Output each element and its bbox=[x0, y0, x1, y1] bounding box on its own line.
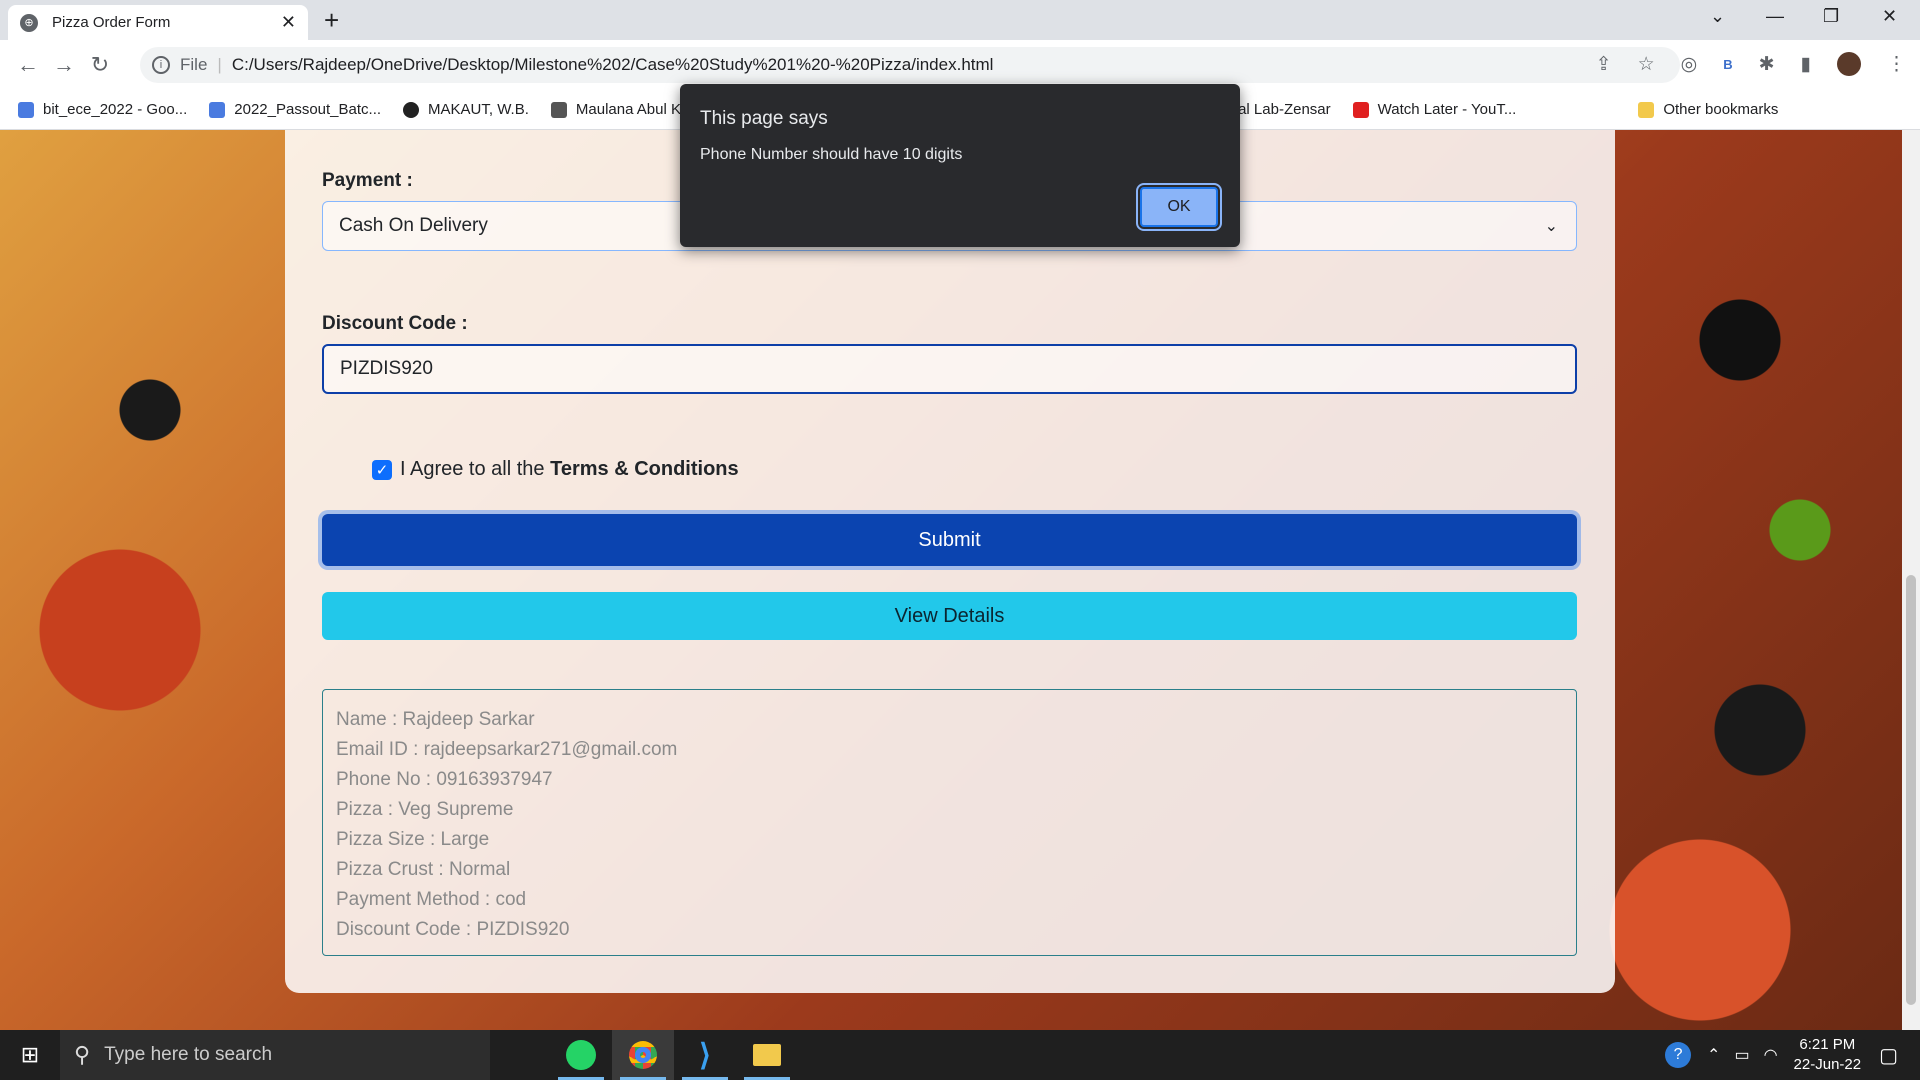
bookmark-label: MAKAUT, W.B. bbox=[428, 101, 529, 118]
side-panel-icon[interactable]: ▮ bbox=[1801, 53, 1811, 76]
scrollbar-thumb[interactable] bbox=[1906, 575, 1916, 1005]
file-explorer-icon[interactable] bbox=[736, 1030, 798, 1080]
detail-line: Pizza Crust : Normal bbox=[336, 859, 511, 880]
minimize-button[interactable]: — bbox=[1766, 6, 1784, 27]
terms-checkbox[interactable]: ✓ bbox=[372, 459, 392, 480]
extension-b-icon[interactable]: B bbox=[1723, 57, 1732, 72]
address-bar[interactable]: i File | C:/Users/Rajdeep/OneDrive/Deskt… bbox=[140, 47, 1680, 83]
search-placeholder: Type here to search bbox=[104, 1044, 273, 1065]
detail-line: Name : Rajdeep Sarkar bbox=[336, 709, 535, 730]
detail-line: Discount Code : PIZDIS920 bbox=[336, 919, 570, 940]
clock-time: 6:21 PM bbox=[1799, 1036, 1856, 1053]
tab-strip: ⊕ Pizza Order Form ✕ + ⌄ — ❐ ✕ bbox=[0, 0, 1920, 40]
alert-title: This page says bbox=[700, 108, 828, 129]
agree-text: I Agree to all the bbox=[400, 458, 551, 480]
alert-message: Phone Number should have 10 digits bbox=[700, 146, 963, 163]
bookmark-label: Maulana Abul Ka bbox=[575, 101, 690, 118]
battery-icon[interactable]: ▭ bbox=[1734, 1045, 1749, 1065]
globe-icon bbox=[403, 101, 420, 118]
tab-pizza-order-form[interactable]: ⊕ Pizza Order Form ✕ bbox=[8, 5, 308, 40]
bookmark-label: 2022_Passout_Batc... bbox=[234, 101, 382, 118]
page-scrollbar[interactable] bbox=[1902, 130, 1920, 1030]
discount-code-label: Discount Code : bbox=[322, 313, 468, 334]
detail-line: Payment Method : cod bbox=[336, 889, 527, 910]
payment-label: Payment : bbox=[322, 170, 413, 191]
bookmark-label: Watch Later - YouT... bbox=[1377, 101, 1517, 118]
submit-button[interactable]: Submit bbox=[322, 514, 1577, 566]
toolbar-icons: ⇪ ☆ ◎ B ✱ ▮ ⋮ bbox=[1596, 52, 1906, 76]
taskbar: ⊞ ⚲ Type here to search ⟩ ? ⌃ ▭ ◠ 6:21 P… bbox=[0, 1030, 1920, 1080]
bookmark-item[interactable]: Maulana Abul Ka bbox=[550, 101, 690, 118]
whatsapp-icon[interactable] bbox=[550, 1030, 612, 1080]
other-bookmarks[interactable]: Other bookmarks bbox=[1638, 101, 1778, 118]
reload-icon[interactable]: ↻ bbox=[82, 52, 118, 78]
back-icon[interactable]: ← bbox=[10, 52, 46, 78]
window-close-button[interactable]: ✕ bbox=[1882, 6, 1897, 27]
taskbar-search[interactable]: ⚲ Type here to search bbox=[60, 1030, 490, 1080]
discount-code-input[interactable]: PIZDIS920 bbox=[322, 344, 1577, 394]
view-details-button[interactable]: View Details bbox=[322, 592, 1577, 640]
detail-line: Pizza Size : Large bbox=[336, 829, 490, 850]
alert-dialog: This page says Phone Number should have … bbox=[680, 84, 1240, 247]
windows-start-icon[interactable]: ⊞ bbox=[0, 1042, 60, 1068]
chevron-up-icon[interactable]: ⌃ bbox=[1707, 1045, 1720, 1065]
browser-toolbar: ← → ↻ i File | C:/Users/Rajdeep/OneDrive… bbox=[0, 40, 1920, 90]
restore-button[interactable]: ❐ bbox=[1823, 6, 1839, 27]
detail-line: Pizza : Veg Supreme bbox=[336, 799, 514, 820]
clock[interactable]: 6:21 PM 22-Jun-22 bbox=[1794, 1035, 1862, 1075]
order-details-textarea[interactable]: Name : Rajdeep Sarkar Email ID : rajdeep… bbox=[322, 689, 1577, 956]
forward-icon[interactable]: → bbox=[46, 52, 82, 78]
new-tab-button[interactable]: + bbox=[324, 6, 339, 34]
puzzle-icon[interactable]: ✱ bbox=[1759, 53, 1775, 76]
bookmark-label: bit_ece_2022 - Goo... bbox=[43, 101, 188, 118]
bookmark-item[interactable]: Watch Later - YouT... bbox=[1352, 101, 1517, 118]
globe-icon: ⊕ bbox=[20, 13, 38, 32]
search-icon: ⚲ bbox=[74, 1042, 91, 1067]
url-scheme: File bbox=[180, 55, 208, 74]
chrome-icon[interactable] bbox=[612, 1030, 674, 1080]
chevron-down-icon: ⌄ bbox=[1544, 218, 1558, 235]
bookmark-item[interactable]: 2022_Passout_Batc... bbox=[209, 101, 381, 118]
people-icon bbox=[209, 101, 226, 118]
bookmark-item[interactable]: MAKAUT, W.B. bbox=[403, 101, 529, 118]
star-icon[interactable]: ☆ bbox=[1638, 53, 1655, 76]
wifi-icon[interactable]: ◠ bbox=[1764, 1045, 1778, 1065]
close-icon[interactable]: ✕ bbox=[281, 12, 296, 33]
help-icon[interactable]: ? bbox=[1665, 1042, 1692, 1068]
terms-agreement: ✓ I Agree to all the Terms & Conditions bbox=[372, 458, 739, 481]
graduation-cap-icon bbox=[550, 101, 567, 118]
bookmark-item[interactable]: bit_ece_2022 - Goo... bbox=[18, 101, 187, 118]
youtube-icon bbox=[1352, 101, 1369, 118]
url-text[interactable]: C:/Users/Rajdeep/OneDrive/Desktop/Milest… bbox=[232, 55, 994, 75]
detail-line: Email ID : rajdeepsarkar271@gmail.com bbox=[336, 739, 678, 760]
payment-select-value: Cash On Delivery bbox=[339, 215, 488, 236]
tab-title: Pizza Order Form bbox=[52, 14, 171, 31]
detail-line: Phone No : 09163937947 bbox=[336, 769, 553, 790]
terms-link[interactable]: Terms & Conditions bbox=[550, 458, 739, 481]
extension-icon[interactable]: ◎ bbox=[1681, 53, 1698, 76]
tab-search-icon[interactable]: ⌄ bbox=[1710, 6, 1725, 27]
vscode-icon[interactable]: ⟩ bbox=[674, 1030, 736, 1080]
discount-code-value: PIZDIS920 bbox=[340, 358, 433, 379]
clock-date: 22-Jun-22 bbox=[1793, 1056, 1862, 1073]
url-separator: | bbox=[217, 55, 222, 74]
menu-icon[interactable]: ⋮ bbox=[1887, 53, 1906, 76]
people-icon bbox=[18, 101, 34, 118]
avatar[interactable] bbox=[1837, 52, 1861, 76]
other-bookmarks-label: Other bookmarks bbox=[1663, 101, 1779, 118]
info-icon[interactable]: i bbox=[152, 56, 170, 74]
system-tray: ? ⌃ ▭ ◠ 6:21 PM 22-Jun-22 ▢ bbox=[1665, 1030, 1920, 1080]
notifications-icon[interactable]: ▢ bbox=[1879, 1043, 1898, 1068]
share-icon[interactable]: ⇪ bbox=[1596, 53, 1612, 76]
ok-button[interactable]: OK bbox=[1140, 187, 1218, 227]
page-viewport: Payment : Cash On Delivery ⌄ Discount Co… bbox=[0, 130, 1902, 1030]
folder-icon bbox=[1638, 101, 1655, 118]
